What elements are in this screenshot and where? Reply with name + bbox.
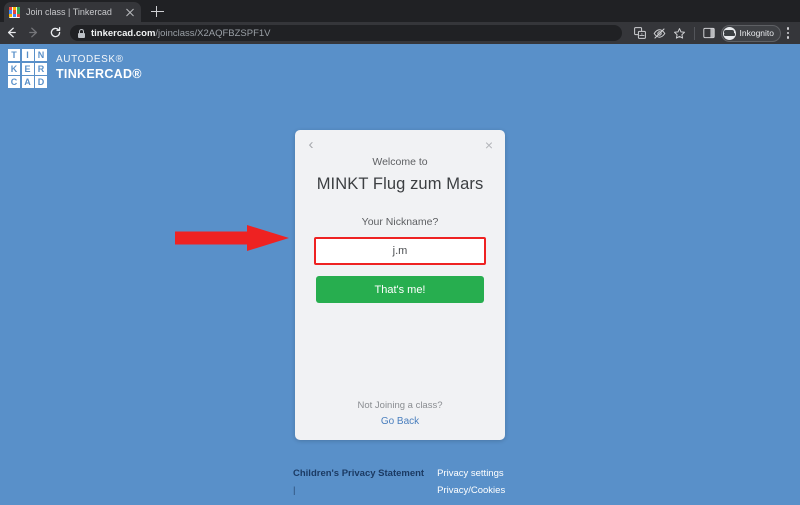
tinkercad-favicon-icon (9, 6, 20, 18)
tab-title: Join class | Tinkercad (26, 7, 112, 17)
brand-line-tinkercad: TINKERCAD® (56, 66, 142, 81)
translate-icon[interactable] (630, 23, 650, 43)
logo-letter: C (8, 76, 20, 88)
url-path: /joinclass/X2AQFBZSPF1V (155, 27, 271, 39)
logo-letter: A (21, 76, 34, 88)
logo-letter: N (35, 49, 47, 61)
go-back-link[interactable]: Go Back (381, 416, 419, 427)
tinkercad-logo[interactable]: T I N K E R C A D AUTODESK® TINKERCAD® (8, 49, 142, 88)
tinkercad-letter-grid: T I N K E R C A D (8, 49, 47, 88)
not-joining-text: Not Joining a class? (357, 400, 443, 411)
thats-me-button[interactable]: That's me! (316, 276, 484, 303)
join-class-modal: ‹ × Welcome to MINKT Flug zum Mars Your … (295, 130, 505, 440)
privacy-settings-link[interactable]: Privacy settings (437, 465, 505, 482)
forward-button[interactable] (22, 22, 44, 44)
browser-toolbar: tinkercad.com/joinclass/X2AQFBZSPF1V Ink… (0, 22, 800, 44)
modal-body: Welcome to MINKT Flug zum Mars Your Nick… (295, 130, 505, 303)
url-host: tinkercad.com (91, 27, 156, 39)
tab-strip: Join class | Tinkercad (0, 0, 800, 22)
browser-tab[interactable]: Join class | Tinkercad (4, 2, 141, 22)
new-tab-button[interactable] (150, 4, 165, 19)
reload-button[interactable] (44, 22, 66, 44)
browser-window: Join class | Tinkercad tinkercad.com/joi… (0, 0, 800, 505)
logo-letter: K (8, 62, 20, 75)
brand-line-autodesk: AUTODESK® (56, 54, 124, 66)
bookmark-star-icon[interactable] (670, 23, 690, 43)
logo-letter: I (21, 49, 34, 61)
class-name-title: MINKT Flug zum Mars (316, 175, 484, 193)
footer-separator: | (293, 485, 296, 496)
profile-incognito-badge[interactable]: Inkognito (720, 24, 781, 42)
incognito-avatar-icon (722, 26, 736, 40)
brand-wordmark: AUTODESK® TINKERCAD® (56, 54, 142, 82)
toolbar-divider (693, 26, 695, 40)
logo-letter: D (35, 76, 47, 88)
lock-icon (78, 28, 85, 38)
logo-letter: R (35, 62, 47, 75)
browser-chrome: Join class | Tinkercad tinkercad.com/joi… (0, 0, 800, 44)
red-arrow-annotation (175, 225, 289, 251)
toolbar-actions: Inkognito (630, 23, 800, 43)
browser-menu-button[interactable] (781, 23, 795, 43)
back-button[interactable] (0, 22, 22, 44)
profile-name: Inkognito (739, 28, 775, 38)
url-text: tinkercad.com/joinclass/X2AQFBZSPF1V (91, 28, 271, 39)
logo-letter: E (21, 62, 34, 75)
modal-footer: Not Joining a class? Go Back (295, 400, 505, 429)
children-privacy-statement-link[interactable]: Children's Privacy Statement (293, 465, 424, 482)
side-panel-icon[interactable] (699, 23, 719, 43)
page-footer: Children's Privacy Statement | Privacy s… (293, 465, 593, 499)
logo-letter: T (8, 49, 20, 61)
eye-slash-icon[interactable] (650, 23, 670, 43)
page-content: T I N K E R C A D AUTODESK® TINKERCAD® ‹… (0, 44, 800, 505)
footer-right-column: Privacy settings Privacy/Cookies (437, 465, 505, 499)
welcome-text: Welcome to (372, 156, 428, 168)
nickname-label: Your Nickname? (361, 216, 439, 228)
tab-close-icon[interactable] (124, 6, 136, 18)
nickname-input[interactable] (314, 237, 486, 265)
address-bar[interactable]: tinkercad.com/joinclass/X2AQFBZSPF1V (70, 25, 622, 41)
privacy-cookies-link[interactable]: Privacy/Cookies (437, 482, 505, 499)
footer-left-column: Children's Privacy Statement | (293, 465, 424, 499)
